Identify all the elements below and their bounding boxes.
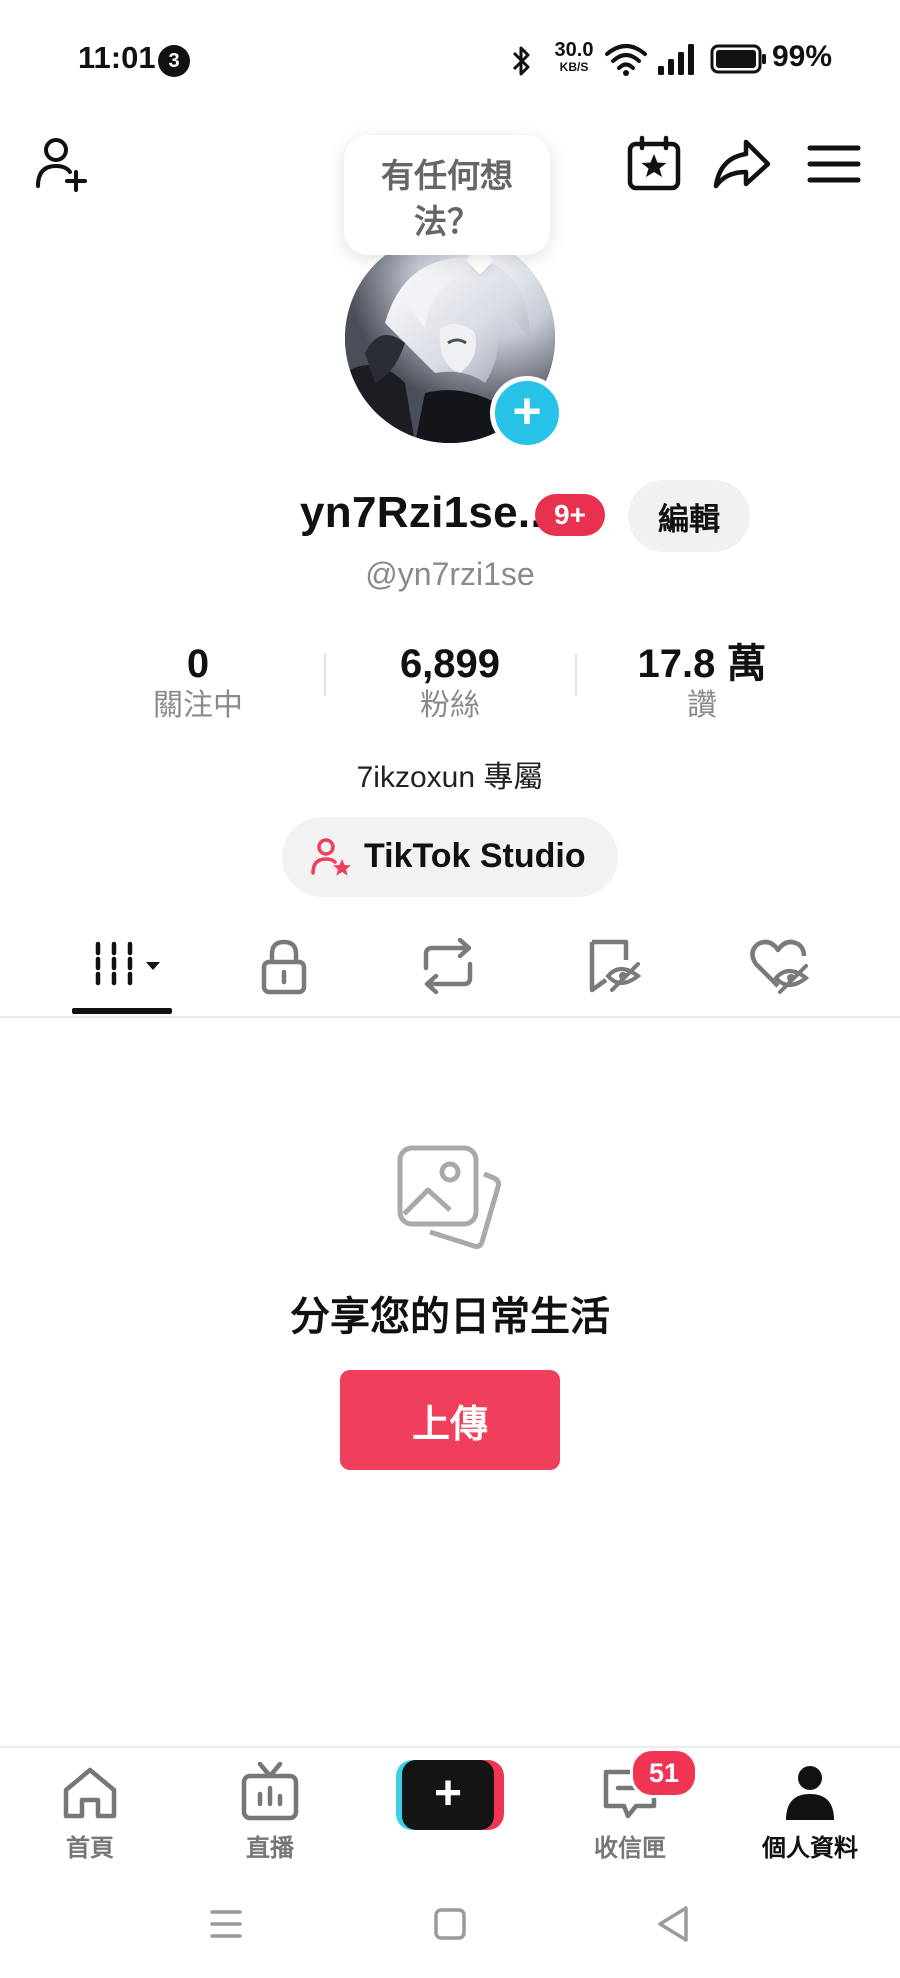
tab-active-indicator bbox=[72, 1008, 172, 1014]
thought-bubble[interactable]: 有任何想法？ bbox=[344, 135, 550, 255]
network-speed-unit: KB/S bbox=[559, 60, 589, 74]
signal-icon bbox=[656, 42, 700, 76]
stat-followers-label: 粉絲 bbox=[420, 689, 480, 722]
creator-star-icon bbox=[310, 835, 354, 879]
add-friend-icon[interactable] bbox=[32, 132, 96, 196]
menu-icon[interactable] bbox=[802, 132, 866, 196]
create-button[interactable]: + bbox=[396, 1760, 504, 1830]
user-handle: @yn7rzi1se bbox=[365, 556, 535, 592]
nav-inbox-label: 收信匣 bbox=[594, 1835, 666, 1862]
tiktok-studio-button[interactable]: TikTok Studio bbox=[282, 817, 618, 897]
recent-apps-icon[interactable] bbox=[200, 1898, 252, 1950]
username[interactable]: yn7Rzi1se.. bbox=[300, 488, 543, 538]
hidden-bookmark-icon[interactable] bbox=[576, 930, 648, 1002]
stat-likes[interactable]: 17.8 萬 讚 bbox=[592, 640, 812, 724]
battery-icon bbox=[710, 44, 768, 74]
bluetooth-icon bbox=[510, 44, 534, 78]
nav-home-label: 首頁 bbox=[66, 1835, 114, 1862]
stat-likes-label: 讚 bbox=[687, 689, 717, 722]
stat-following[interactable]: 0 關注中 bbox=[88, 640, 308, 724]
inbox-badge: 51 bbox=[630, 1748, 698, 1798]
nav-live[interactable]: 直播 bbox=[200, 1760, 340, 1863]
network-speed: 30.0 KB/S bbox=[548, 40, 600, 73]
status-time: 11:01 bbox=[78, 40, 156, 75]
tab-divider bbox=[0, 1016, 900, 1018]
stat-followers-value: 6,899 bbox=[399, 642, 501, 686]
profile-icon bbox=[778, 1760, 842, 1824]
stat-following-value: 0 bbox=[186, 642, 210, 686]
network-speed-value: 30.0 bbox=[554, 39, 594, 61]
nav-profile[interactable]: 個人資料 bbox=[740, 1760, 880, 1863]
stat-following-label: 關注中 bbox=[153, 689, 243, 722]
tiktok-studio-label: TikTok Studio bbox=[364, 837, 586, 875]
empty-state-title: 分享您的日常生活 bbox=[290, 1295, 610, 1339]
back-icon[interactable] bbox=[648, 1898, 700, 1950]
nav-profile-label: 個人資料 bbox=[762, 1835, 858, 1862]
photos-icon bbox=[390, 1140, 510, 1260]
videos-grid-icon[interactable] bbox=[88, 930, 160, 1002]
calendar-star-icon[interactable] bbox=[622, 132, 686, 196]
live-tv-icon bbox=[238, 1760, 302, 1824]
thought-bubble-text: 有任何想法？ bbox=[381, 157, 513, 240]
home-icon bbox=[58, 1760, 122, 1824]
nav-live-label: 直播 bbox=[246, 1835, 294, 1862]
notification-count-badge: 3 bbox=[158, 45, 190, 77]
stat-divider bbox=[575, 654, 577, 696]
nav-home[interactable]: 首頁 bbox=[20, 1760, 160, 1863]
upload-button[interactable]: 上傳 bbox=[340, 1370, 560, 1470]
stat-followers[interactable]: 6,899 粉絲 bbox=[340, 640, 560, 724]
username-badge[interactable]: 9+ bbox=[535, 494, 605, 536]
create-plus-icon: + bbox=[402, 1760, 494, 1830]
hidden-heart-icon[interactable] bbox=[742, 930, 814, 1002]
bottom-nav-divider bbox=[0, 1746, 900, 1748]
stat-divider bbox=[324, 654, 326, 696]
home-button-icon[interactable] bbox=[424, 1898, 476, 1950]
edit-profile-button[interactable]: 編輯 bbox=[628, 480, 750, 552]
add-avatar-button[interactable]: + bbox=[490, 376, 564, 450]
bio: 7ikzoxun 專屬 bbox=[356, 761, 544, 794]
battery-percent: 99% bbox=[772, 40, 833, 73]
lock-icon[interactable] bbox=[248, 930, 320, 1002]
repost-icon[interactable] bbox=[412, 930, 484, 1002]
wifi-icon bbox=[604, 42, 648, 76]
status-bar: 11:01 3 30.0 KB/S 99% bbox=[0, 0, 900, 120]
share-icon[interactable] bbox=[710, 132, 774, 196]
stat-likes-value: 17.8 萬 bbox=[637, 642, 767, 686]
